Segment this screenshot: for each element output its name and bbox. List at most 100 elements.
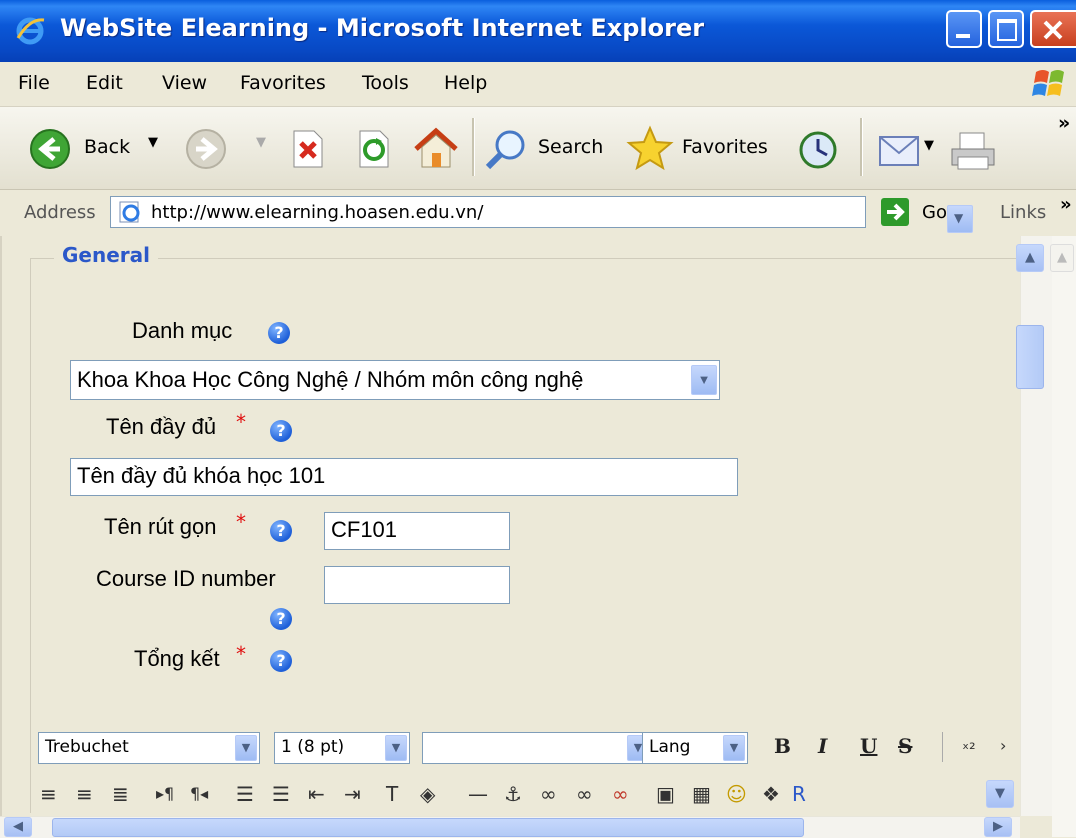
indent-icon[interactable]: ⇥: [344, 782, 361, 806]
close-icon: [1043, 20, 1063, 40]
address-url: http://www.elearning.hoasen.edu.vn/: [151, 202, 484, 223]
lang-value: Lang: [649, 737, 691, 757]
fullname-label: Tên đầy đủ: [106, 414, 217, 439]
scroll-right-button[interactable]: ▶: [984, 817, 1012, 837]
menu-favorites[interactable]: Favorites: [240, 72, 326, 94]
help-icon[interactable]: ?: [270, 420, 292, 442]
format-select[interactable]: ▼: [422, 732, 652, 764]
outdent-icon[interactable]: ⇤: [308, 782, 325, 806]
mail-dropdown-icon[interactable]: ▼: [924, 138, 934, 153]
close-button[interactable]: [1030, 10, 1076, 48]
nolink-icon[interactable]: ∞: [612, 782, 629, 806]
scroll-left-button[interactable]: ◀: [4, 817, 32, 837]
shortname-label: Tên rút gọn: [104, 514, 217, 539]
underline-button[interactable]: U: [860, 734, 877, 758]
bold-button[interactable]: B: [774, 734, 791, 758]
strikethrough-button[interactable]: S: [898, 734, 912, 758]
help-icon[interactable]: ?: [270, 520, 292, 542]
go-button[interactable]: Go: [880, 197, 947, 231]
stop-icon[interactable]: [288, 129, 328, 169]
image-icon[interactable]: ▣: [656, 782, 675, 806]
refresh-icon[interactable]: [354, 129, 394, 169]
smiley-icon[interactable]: ☺: [726, 782, 747, 806]
menu-help[interactable]: Help: [444, 72, 487, 94]
unordered-list-icon[interactable]: ☰: [272, 782, 290, 806]
scroll-up-button[interactable]: ▲: [1016, 244, 1044, 272]
chevron-down-icon: ▼: [235, 735, 257, 761]
search-button[interactable]: Search: [484, 127, 603, 175]
toolbar-separator: [860, 118, 863, 176]
rtl-icon[interactable]: ¶◂: [190, 784, 208, 803]
help-icon[interactable]: ?: [268, 322, 290, 344]
italic-button[interactable]: I: [818, 734, 827, 758]
editor-more-button[interactable]: ▼: [986, 780, 1014, 808]
summary-label: Tổng kết: [134, 646, 220, 671]
text-color-icon[interactable]: T: [386, 782, 398, 806]
font-size-value: 1 (8 pt): [281, 737, 345, 757]
category-value: Khoa Khoa Học Công Nghệ / Nhóm môn công …: [77, 367, 584, 392]
address-dropdown-button[interactable]: ▼: [947, 205, 973, 233]
horizontal-scroll-thumb[interactable]: [52, 818, 804, 837]
justify-icon[interactable]: ≣: [112, 782, 129, 806]
ie-logo-icon: [16, 17, 45, 45]
history-icon[interactable]: [796, 129, 840, 171]
ordered-list-icon[interactable]: ☰: [236, 782, 254, 806]
shortname-input[interactable]: CF101: [324, 512, 510, 550]
menu-tools[interactable]: Tools: [362, 72, 409, 94]
spellcheck-icon[interactable]: R: [792, 782, 806, 806]
vertical-scroll-thumb[interactable]: [1016, 325, 1044, 389]
maximize-button[interactable]: [988, 10, 1024, 48]
required-marker: *: [236, 410, 246, 434]
links-label[interactable]: Links: [1000, 202, 1046, 223]
mail-icon[interactable]: [876, 129, 924, 171]
go-arrow-icon: [881, 198, 909, 226]
superscript-icon[interactable]: ›: [1000, 736, 1006, 755]
forward-button[interactable]: ▼: [184, 127, 266, 175]
idnumber-input[interactable]: [324, 566, 510, 604]
favorites-button[interactable]: Favorites: [626, 125, 768, 175]
outer-vertical-scrollbar[interactable]: [1052, 236, 1076, 837]
home-icon[interactable]: [412, 125, 460, 171]
go-label: Go: [922, 202, 947, 223]
toolbar-separator: [472, 118, 475, 176]
link-icon[interactable]: ∞: [540, 782, 557, 806]
special-char-icon[interactable]: ❖: [762, 782, 780, 806]
font-family-value: Trebuchet: [45, 737, 129, 757]
fieldset-border: [30, 258, 1016, 259]
menu-view[interactable]: View: [162, 72, 207, 94]
menu-file[interactable]: File: [18, 72, 50, 94]
address-input[interactable]: http://www.elearning.hoasen.edu.vn/ ▼: [110, 196, 973, 233]
windows-logo-icon: [1032, 70, 1064, 96]
help-icon[interactable]: ?: [270, 650, 292, 672]
background-color-icon[interactable]: ◈: [420, 782, 435, 806]
window-title: WebSite Elearning - Microsoft Internet E…: [60, 14, 705, 42]
align-center-icon[interactable]: ≡: [76, 782, 93, 806]
links-overflow-icon[interactable]: »: [1060, 194, 1072, 215]
scroll-up-button[interactable]: ▲: [1050, 244, 1074, 272]
required-marker: *: [236, 510, 246, 534]
chevron-down-icon[interactable]: ▼: [691, 365, 717, 395]
fieldset-legend: General: [54, 243, 158, 267]
minimize-button[interactable]: [946, 10, 982, 48]
horizontal-rule-icon[interactable]: —: [468, 782, 488, 806]
menu-edit[interactable]: Edit: [86, 72, 123, 94]
back-button[interactable]: Back ▼: [28, 127, 158, 175]
fullname-input[interactable]: Tên đầy đủ khóa học 101: [70, 458, 738, 496]
toolbar-overflow-icon[interactable]: »: [1058, 112, 1070, 134]
unlink-icon[interactable]: ∞: [576, 782, 593, 806]
align-left-icon[interactable]: ≡: [40, 782, 57, 806]
font-family-select[interactable]: Trebuchet ▼: [38, 732, 260, 764]
print-icon[interactable]: [948, 129, 998, 173]
vertical-scrollbar[interactable]: [1020, 236, 1053, 816]
table-icon[interactable]: ▦: [692, 782, 711, 806]
lang-select[interactable]: Lang ▼: [642, 732, 748, 764]
ltr-icon[interactable]: ▸¶: [156, 784, 174, 803]
favorites-label: Favorites: [682, 136, 768, 158]
help-icon[interactable]: ?: [270, 608, 292, 630]
anchor-icon[interactable]: ⚓: [504, 782, 522, 806]
forward-dropdown-icon[interactable]: ▼: [256, 135, 266, 150]
category-select[interactable]: Khoa Khoa Học Công Nghệ / Nhóm môn công …: [70, 360, 720, 400]
back-dropdown-icon[interactable]: ▼: [148, 135, 158, 150]
font-size-select[interactable]: 1 (8 pt) ▼: [274, 732, 410, 764]
subscript-icon[interactable]: ₓ₂: [962, 734, 976, 753]
